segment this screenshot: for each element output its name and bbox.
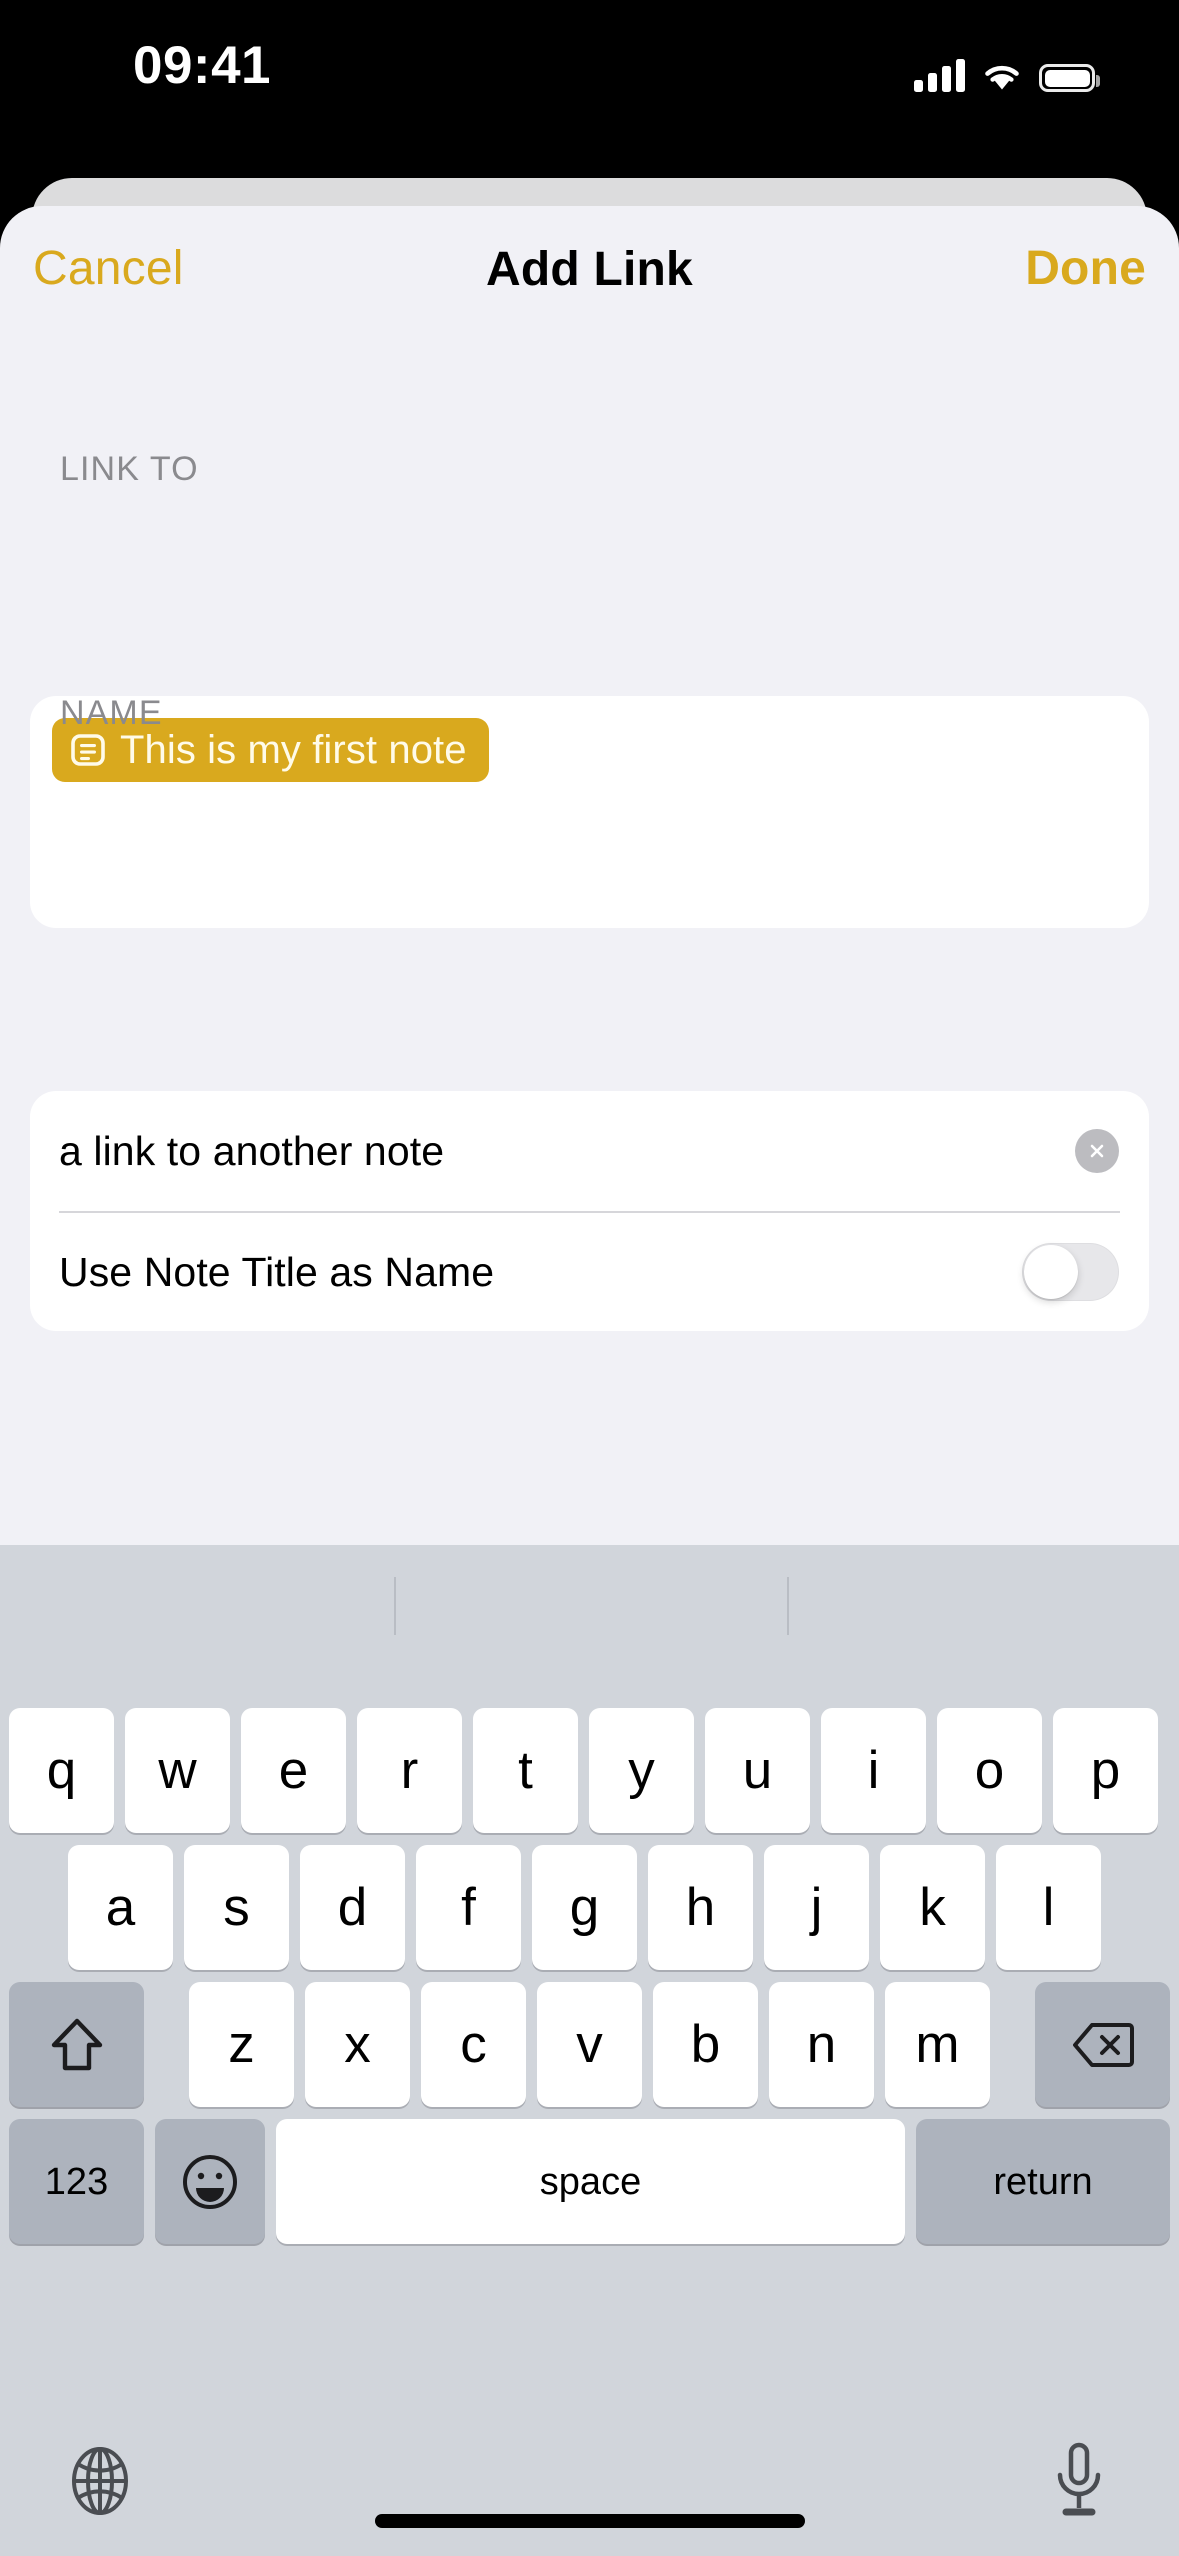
key-r[interactable]: r	[357, 1708, 462, 1833]
emoji-smiley-icon	[183, 2154, 237, 2209]
key-h[interactable]: h	[648, 1845, 753, 1970]
on-screen-keyboard: qwertyuiop asdfghjkl zxcvbnm 123 space r…	[0, 1545, 1179, 2556]
keyboard-row-3-letters: zxcvbnm	[155, 1982, 1024, 2107]
backspace-delete-icon	[1072, 2022, 1134, 2067]
key-v[interactable]: v	[537, 1982, 642, 2107]
name-field-row[interactable]: a link to another note	[30, 1091, 1149, 1211]
key-l[interactable]: l	[996, 1845, 1101, 1970]
keyboard-row-4: 123 space return	[0, 2119, 1179, 2244]
shift-key[interactable]	[9, 1982, 144, 2107]
page-title: Add Link	[486, 243, 693, 296]
key-s[interactable]: s	[184, 1845, 289, 1970]
emoji-key[interactable]	[155, 2119, 265, 2244]
keyboard-row-3: zxcvbnm	[0, 1982, 1179, 2107]
key-j[interactable]: j	[764, 1845, 869, 1970]
battery-icon	[1039, 64, 1100, 92]
predictive-text-bar[interactable]	[0, 1545, 1179, 1663]
numbers-key[interactable]: 123	[9, 2119, 144, 2244]
shift-arrow-icon	[51, 2018, 102, 2070]
status-bar: 09:41	[0, 0, 1179, 180]
key-y[interactable]: y	[589, 1708, 694, 1833]
predictive-separator	[787, 1577, 789, 1635]
key-c[interactable]: c	[421, 1982, 526, 2107]
add-link-sheet: Cancel Add Link Done LINK TO This is my …	[0, 206, 1179, 1545]
key-m[interactable]: m	[885, 1982, 990, 2107]
microphone-dictation-icon	[1057, 2442, 1101, 2516]
use-note-title-label: Use Note Title as Name	[59, 1248, 495, 1295]
key-d[interactable]: d	[300, 1845, 405, 1970]
key-n[interactable]: n	[769, 1982, 874, 2107]
use-note-title-toggle[interactable]	[1022, 1243, 1119, 1301]
keyboard-row-2: asdfghjkl	[0, 1845, 1179, 1970]
space-key[interactable]: space	[276, 2119, 905, 2244]
keyboard-bottom-bar	[0, 2435, 1179, 2556]
key-k[interactable]: k	[880, 1845, 985, 1970]
key-g[interactable]: g	[532, 1845, 637, 1970]
keyboard-row-1: qwertyuiop	[0, 1708, 1179, 1833]
name-input[interactable]: a link to another note	[59, 1128, 444, 1175]
predictive-separator	[394, 1577, 396, 1635]
key-e[interactable]: e	[241, 1708, 346, 1833]
toggle-knob	[1024, 1245, 1078, 1299]
link-to-card: This is my first note	[30, 696, 1149, 928]
key-o[interactable]: o	[937, 1708, 1042, 1833]
key-t[interactable]: t	[473, 1708, 578, 1833]
status-bar-indicators	[914, 48, 1100, 92]
key-u[interactable]: u	[705, 1708, 810, 1833]
delete-key[interactable]	[1035, 1982, 1170, 2107]
iphone-screen: 09:41 Cancel Add Link Done LINK TO This …	[0, 0, 1179, 2556]
status-bar-time: 09:41	[132, 36, 272, 95]
done-button[interactable]: Done	[1025, 241, 1146, 296]
clear-text-button[interactable]	[1075, 1129, 1119, 1173]
name-section-header: NAME	[60, 694, 163, 732]
use-note-title-row[interactable]: Use Note Title as Name	[30, 1213, 1149, 1331]
return-key[interactable]: return	[916, 2119, 1170, 2244]
key-i[interactable]: i	[821, 1708, 926, 1833]
wifi-icon	[985, 65, 1019, 90]
key-a[interactable]: a	[68, 1845, 173, 1970]
navigation-bar: Cancel Add Link Done	[0, 206, 1179, 334]
dictation-key[interactable]	[1029, 2435, 1129, 2527]
globe-key[interactable]	[50, 2435, 150, 2527]
home-indicator	[374, 2514, 805, 2528]
key-z[interactable]: z	[189, 1982, 294, 2107]
key-q[interactable]: q	[9, 1708, 114, 1833]
clear-circle-x-icon	[1090, 1144, 1104, 1158]
key-b[interactable]: b	[653, 1982, 758, 2107]
globe-language-icon	[72, 2447, 128, 2515]
cellular-signal-icon	[914, 58, 965, 92]
note-document-icon	[71, 734, 105, 766]
key-w[interactable]: w	[125, 1708, 230, 1833]
name-card: a link to another note Use Note Title as…	[30, 1091, 1149, 1331]
key-f[interactable]: f	[416, 1845, 521, 1970]
link-to-section-header: LINK TO	[60, 450, 199, 488]
linked-note-chip-label: This is my first note	[120, 727, 467, 772]
key-p[interactable]: p	[1053, 1708, 1158, 1833]
key-x[interactable]: x	[305, 1982, 410, 2107]
